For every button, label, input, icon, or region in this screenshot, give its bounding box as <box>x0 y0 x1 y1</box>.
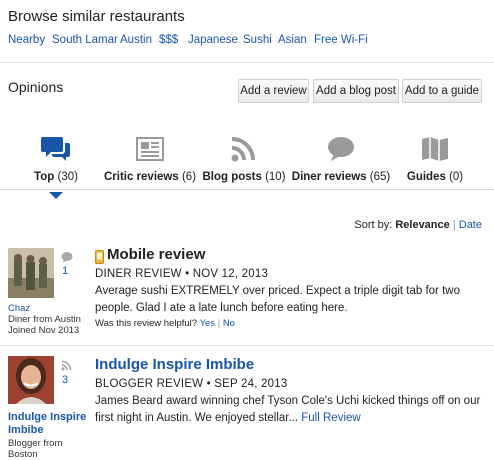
tab-guides[interactable]: Guides (0) <box>405 135 465 183</box>
divider <box>0 62 494 63</box>
helpful-separator: | <box>217 318 221 329</box>
tag-asian[interactable]: Asian <box>278 34 307 46</box>
review-excerpt: James Beard award winning chef Tyson Col… <box>95 395 481 424</box>
helpful-no[interactable]: No <box>223 318 235 329</box>
avatar[interactable] <box>8 248 54 298</box>
opinions-title: Opinions <box>8 79 64 95</box>
newspaper-icon <box>135 135 165 168</box>
speech-bubble-icon <box>326 135 356 168</box>
review-meta: DINER REVIEW • NOV 12, 2013 <box>95 268 269 280</box>
author-info: Blogger from <box>8 438 63 449</box>
review-count[interactable]: 3 <box>62 374 68 386</box>
tag-price[interactable]: $$$ <box>159 34 178 46</box>
sort-date[interactable]: Date <box>459 219 482 231</box>
map-icon <box>420 135 450 168</box>
tag-austin[interactable]: Austin <box>120 34 152 46</box>
tab-label: Top <box>34 171 55 183</box>
review-divider <box>0 345 494 346</box>
sort-relevance[interactable]: Relevance <box>395 219 449 231</box>
review-title[interactable]: Indulge Inspire Imbibe <box>95 356 254 373</box>
tab-count: (10) <box>265 171 286 183</box>
review-meta: BLOGGER REVIEW • SEP 24, 2013 <box>95 378 288 390</box>
helpful-bar: Was this review helpful? Yes | No <box>95 318 235 329</box>
tab-diner-reviews[interactable]: Diner reviews (65) <box>292 135 390 183</box>
helpful-yes[interactable]: Yes <box>200 318 216 329</box>
author-name[interactable]: Chaz <box>8 303 30 314</box>
review-text: Average sushi EXTREMELY over priced. Exp… <box>95 285 460 314</box>
tabs-divider <box>0 189 494 190</box>
add-to-guide-button[interactable]: Add to a guide <box>402 79 482 103</box>
tab-label: Diner reviews <box>291 171 367 183</box>
tag-nearby[interactable]: Nearby <box>8 34 45 46</box>
author-joined: Joined Nov 2013 <box>8 325 80 336</box>
tab-count: (30) <box>57 171 78 183</box>
tab-label: Guides <box>406 171 446 183</box>
review-count[interactable]: 1 <box>62 265 68 277</box>
author-info: Diner from Austin <box>8 314 81 325</box>
avatar[interactable] <box>8 356 54 404</box>
author-location: Boston <box>8 449 38 460</box>
tag-sushi[interactable]: Sushi <box>243 34 272 46</box>
author-name[interactable]: Indulge Inspire Imbibe <box>8 411 88 437</box>
sort-bar: Sort by: Relevance | Date <box>354 219 482 231</box>
add-review-button[interactable]: Add a review <box>238 79 309 103</box>
tab-count: (6) <box>181 171 197 183</box>
review-text: James Beard award winning chef Tyson Col… <box>95 393 487 426</box>
tab-blog-posts[interactable]: Blog posts (10) <box>202 135 286 183</box>
tab-label: Blog posts <box>202 171 262 183</box>
rss-icon <box>229 135 259 168</box>
tab-count: (0) <box>449 171 464 183</box>
active-tab-indicator <box>49 192 63 199</box>
add-blog-post-button[interactable]: Add a blog post <box>313 79 399 103</box>
full-review-link[interactable]: Full Review <box>301 412 360 424</box>
mobile-icon <box>95 250 104 269</box>
speech-bubbles-icon <box>41 135 71 168</box>
sort-separator: | <box>452 219 456 231</box>
tag-south-lamar[interactable]: South Lamar <box>52 34 118 46</box>
tab-critic-reviews[interactable]: Critic reviews (6) <box>104 135 196 183</box>
tag-free-wifi[interactable]: Free Wi-Fi <box>314 34 368 46</box>
tag-japanese[interactable]: Japanese <box>188 34 238 46</box>
review-title: Mobile review <box>107 246 206 263</box>
tab-label: Critic reviews <box>103 171 179 183</box>
tab-top[interactable]: Top (30) <box>30 135 82 183</box>
browse-title: Browse similar restaurants <box>8 8 185 25</box>
helpful-question: Was this review helpful? <box>95 318 198 329</box>
sort-label: Sort by: <box>354 219 393 231</box>
tab-count: (65) <box>369 171 391 183</box>
